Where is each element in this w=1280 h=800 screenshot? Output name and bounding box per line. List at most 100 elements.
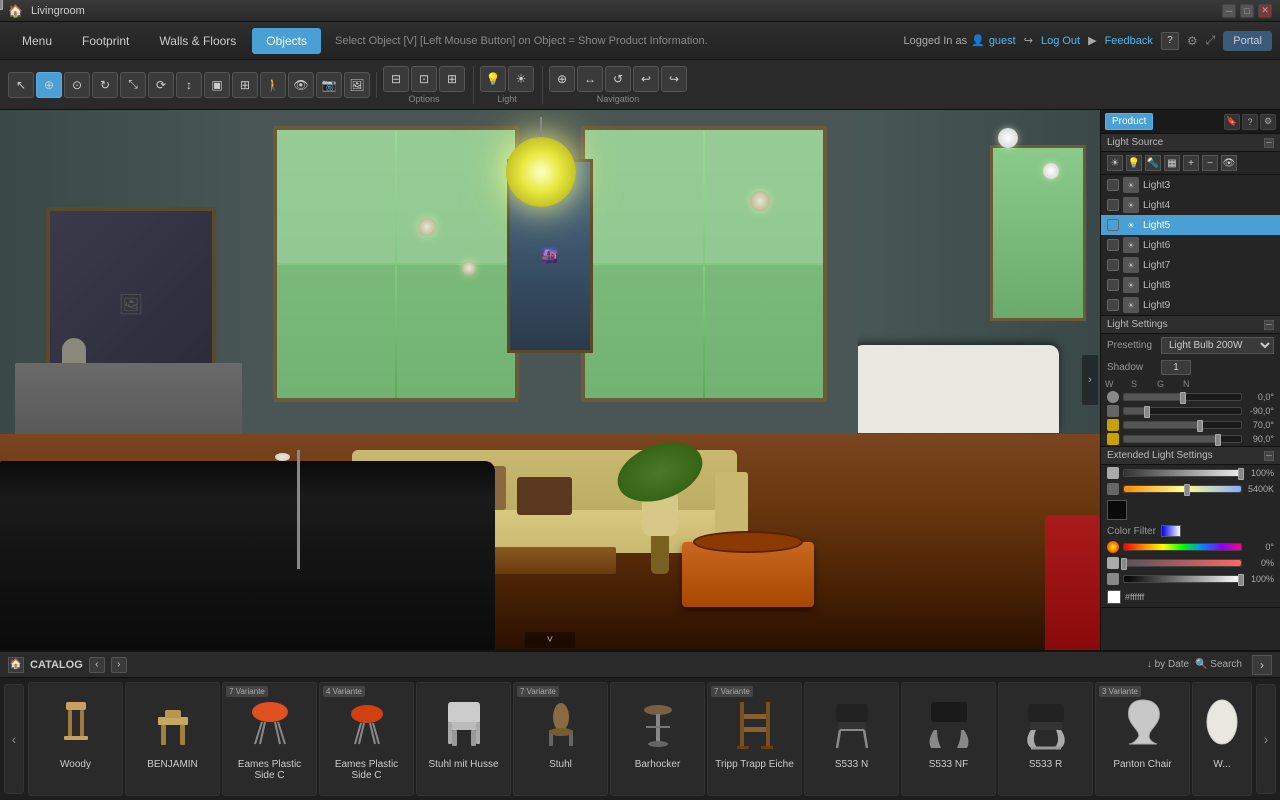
options-btn-3[interactable]: ⊞: [439, 66, 465, 92]
nav-btn-1[interactable]: ⊕: [549, 66, 575, 92]
nav-btn-4[interactable]: ↩: [633, 66, 659, 92]
light-btn-1[interactable]: 💡: [480, 66, 506, 92]
slider-s[interactable]: [1123, 407, 1242, 415]
saturation-slider[interactable]: [1123, 559, 1242, 567]
light-icon-bulb[interactable]: 💡: [1126, 155, 1142, 171]
catalog-item-stuhl[interactable]: 7 Variante Stuhl: [513, 682, 608, 796]
search-button[interactable]: 🔍 Search: [1195, 659, 1242, 670]
camera-photo-btn[interactable]: 🖼: [344, 72, 370, 98]
help-button[interactable]: ?: [1161, 32, 1179, 50]
catalog-prev-btn[interactable]: ‹: [89, 657, 105, 673]
portal-button[interactable]: Portal: [1223, 31, 1272, 51]
light-item-light6[interactable]: ☀ Light6: [1101, 235, 1280, 255]
catalog-item-panton[interactable]: 3 Variante Panton Chair: [1095, 682, 1190, 796]
catalog-next-btn[interactable]: ›: [111, 657, 127, 673]
catalog-scroll-left[interactable]: ‹: [4, 684, 24, 794]
username-link[interactable]: guest: [989, 35, 1016, 47]
light-item-light5[interactable]: ☀ Light5: [1101, 215, 1280, 235]
menu-item-menu[interactable]: Menu: [8, 28, 66, 54]
light-icon-area[interactable]: ▦: [1164, 155, 1180, 171]
catalog-item-tripp-trapp[interactable]: 7 Variante Tripp Trapp Eiche: [707, 682, 802, 796]
light-source-collapse[interactable]: ─: [1264, 138, 1274, 148]
light4-toggle[interactable]: [1107, 199, 1119, 211]
slider-n[interactable]: [1123, 435, 1242, 443]
light-icon-spot[interactable]: 🔦: [1145, 155, 1161, 171]
logout-link[interactable]: Log Out: [1041, 35, 1080, 47]
light-item-light9[interactable]: ☀ Light9: [1101, 295, 1280, 315]
minimize-button[interactable]: ─: [1222, 4, 1236, 18]
light-icon-sun[interactable]: ☀: [1107, 155, 1123, 171]
extended-settings-collapse[interactable]: ─: [1264, 451, 1274, 461]
light-icon-eye[interactable]: 👁: [1221, 155, 1237, 171]
presetting-select[interactable]: Light Bulb 200W: [1161, 337, 1274, 354]
shadow-input[interactable]: [1161, 360, 1191, 375]
light-icon-add[interactable]: +: [1183, 155, 1199, 171]
slider-g[interactable]: [1123, 421, 1242, 429]
settings-icon[interactable]: ⚙: [1260, 114, 1276, 130]
scale-btn[interactable]: ⤡: [120, 72, 146, 98]
light3-toggle[interactable]: [1107, 179, 1119, 191]
catalog-home-icon[interactable]: 🏠: [8, 657, 24, 673]
camera-eye-btn[interactable]: 👁: [288, 72, 314, 98]
catalog-item-eames2[interactable]: 4 Variante Eames Plastic Side C: [319, 682, 414, 796]
light-item-light8[interactable]: ☀ Light8: [1101, 275, 1280, 295]
catalog-item-w[interactable]: W...: [1192, 682, 1252, 796]
close-button[interactable]: ✕: [1258, 4, 1272, 18]
options-btn-2[interactable]: ⊡: [411, 66, 437, 92]
nav-btn-5[interactable]: ↪: [661, 66, 687, 92]
surface-btn[interactable]: ⊞: [232, 72, 258, 98]
menu-item-objects[interactable]: Objects: [252, 28, 321, 54]
light6-toggle[interactable]: [1107, 239, 1119, 251]
slider-w[interactable]: [1123, 393, 1242, 401]
light8-toggle[interactable]: [1107, 279, 1119, 291]
help-icon[interactable]: ?: [1242, 114, 1258, 130]
light7-toggle[interactable]: [1107, 259, 1119, 271]
light-btn-2[interactable]: ☀: [508, 66, 534, 92]
catalog-item-eames1[interactable]: 7 Variante Eames Plastic Side C: [222, 682, 317, 796]
catalog-item-s533n[interactable]: S533 N: [804, 682, 899, 796]
catalog-expand-btn[interactable]: ›: [1252, 655, 1272, 675]
3d-viewport[interactable]: 🖼: [0, 110, 1100, 650]
catalog-item-s533r[interactable]: S533 R: [998, 682, 1093, 796]
rotate-sphere-btn[interactable]: ⊙: [64, 72, 90, 98]
product-tab[interactable]: Product: [1105, 113, 1153, 130]
viewport-bottom-chevron[interactable]: ˅: [525, 632, 575, 648]
hex-swatch[interactable]: [1107, 590, 1121, 604]
catalog-item-s533nf[interactable]: S533 NF: [901, 682, 996, 796]
viewport-right-arrow[interactable]: ›: [1082, 355, 1098, 405]
light5-toggle[interactable]: [1107, 219, 1119, 231]
light-item-light7[interactable]: ☀ Light7: [1101, 255, 1280, 275]
light-icon-del[interactable]: −: [1202, 155, 1218, 171]
camera-person-btn[interactable]: 🚶: [260, 72, 286, 98]
sort-button[interactable]: ↓ by Date: [1147, 659, 1189, 670]
light-settings-collapse[interactable]: ─: [1264, 320, 1274, 330]
light-item-light4[interactable]: ☀ Light4: [1101, 195, 1280, 215]
height-btn[interactable]: ↕: [176, 72, 202, 98]
move-3d-btn[interactable]: ⊕: [36, 72, 62, 98]
hue-slider[interactable]: [1123, 543, 1242, 551]
menu-item-footprint[interactable]: Footprint: [68, 28, 143, 54]
camera-path-btn[interactable]: 📷: [316, 72, 342, 98]
catalog-item-stuhl-husse[interactable]: Stuhl mit Husse: [416, 682, 511, 796]
catalog-scroll-right[interactable]: ›: [1256, 684, 1276, 794]
light-item-light3[interactable]: ☀ Light3: [1101, 175, 1280, 195]
color-black-square[interactable]: [1107, 500, 1127, 520]
group-btn[interactable]: ▣: [204, 72, 230, 98]
nav-btn-2[interactable]: ↔: [577, 66, 603, 92]
color-filter-indicator[interactable]: [1161, 525, 1181, 537]
catalog-item-woody[interactable]: Woody: [28, 682, 123, 796]
catalog-item-barhocker[interactable]: Barhocker: [610, 682, 705, 796]
maximize-button[interactable]: □: [1240, 4, 1254, 18]
value-slider[interactable]: [1123, 575, 1242, 583]
catalog-item-benjamin[interactable]: BENJAMIN: [125, 682, 220, 796]
feedback-link[interactable]: Feedback: [1105, 35, 1153, 47]
nav-btn-3[interactable]: ↺: [605, 66, 631, 92]
brightness-slider[interactable]: [1123, 469, 1242, 477]
menu-item-walls-floors[interactable]: Walls & Floors: [145, 28, 250, 54]
rotate-flat-btn[interactable]: ↻: [92, 72, 118, 98]
cursor-tool-btn[interactable]: ↖: [8, 72, 34, 98]
temperature-slider[interactable]: [1123, 485, 1242, 493]
bookmark-icon[interactable]: 🔖: [1224, 114, 1240, 130]
options-btn-1[interactable]: ⊟: [383, 66, 409, 92]
transform-btn[interactable]: ⟳: [148, 72, 174, 98]
